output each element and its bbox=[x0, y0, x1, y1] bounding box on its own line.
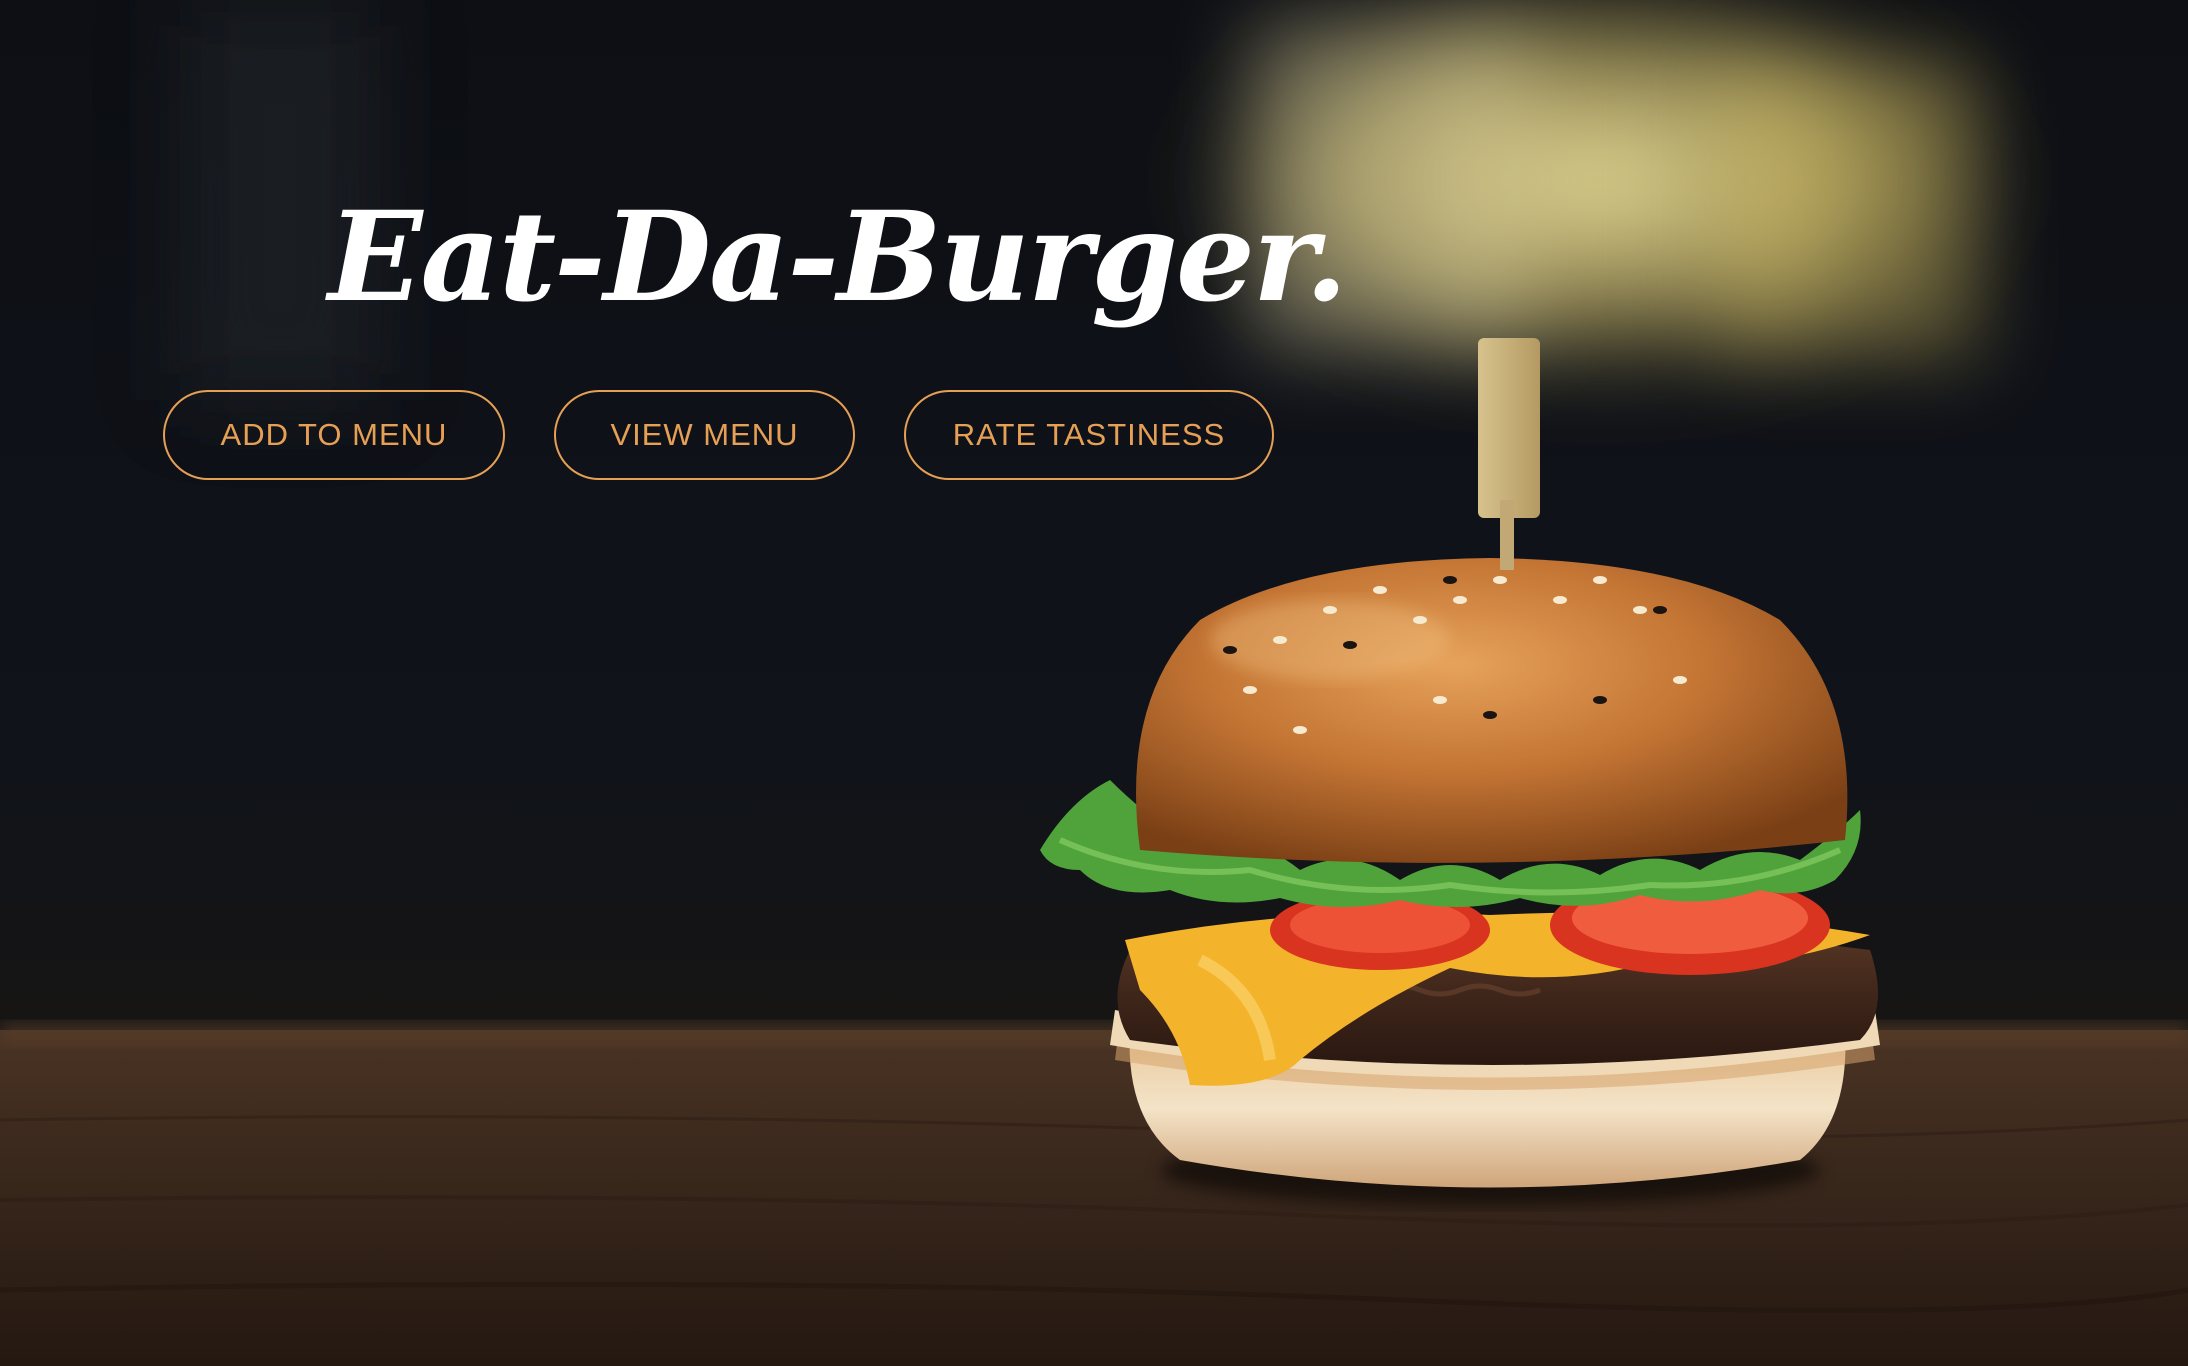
hero-section: Eat-Da-Burger. ADD TO MENU VIEW MENU RAT… bbox=[0, 0, 2188, 1366]
add-to-menu-button[interactable]: ADD TO MENU bbox=[163, 390, 505, 480]
page-title: Eat-Da-Burger. bbox=[328, 185, 1348, 330]
rate-tastiness-button[interactable]: RATE TASTINESS bbox=[904, 390, 1274, 480]
view-menu-button[interactable]: VIEW MENU bbox=[554, 390, 855, 480]
